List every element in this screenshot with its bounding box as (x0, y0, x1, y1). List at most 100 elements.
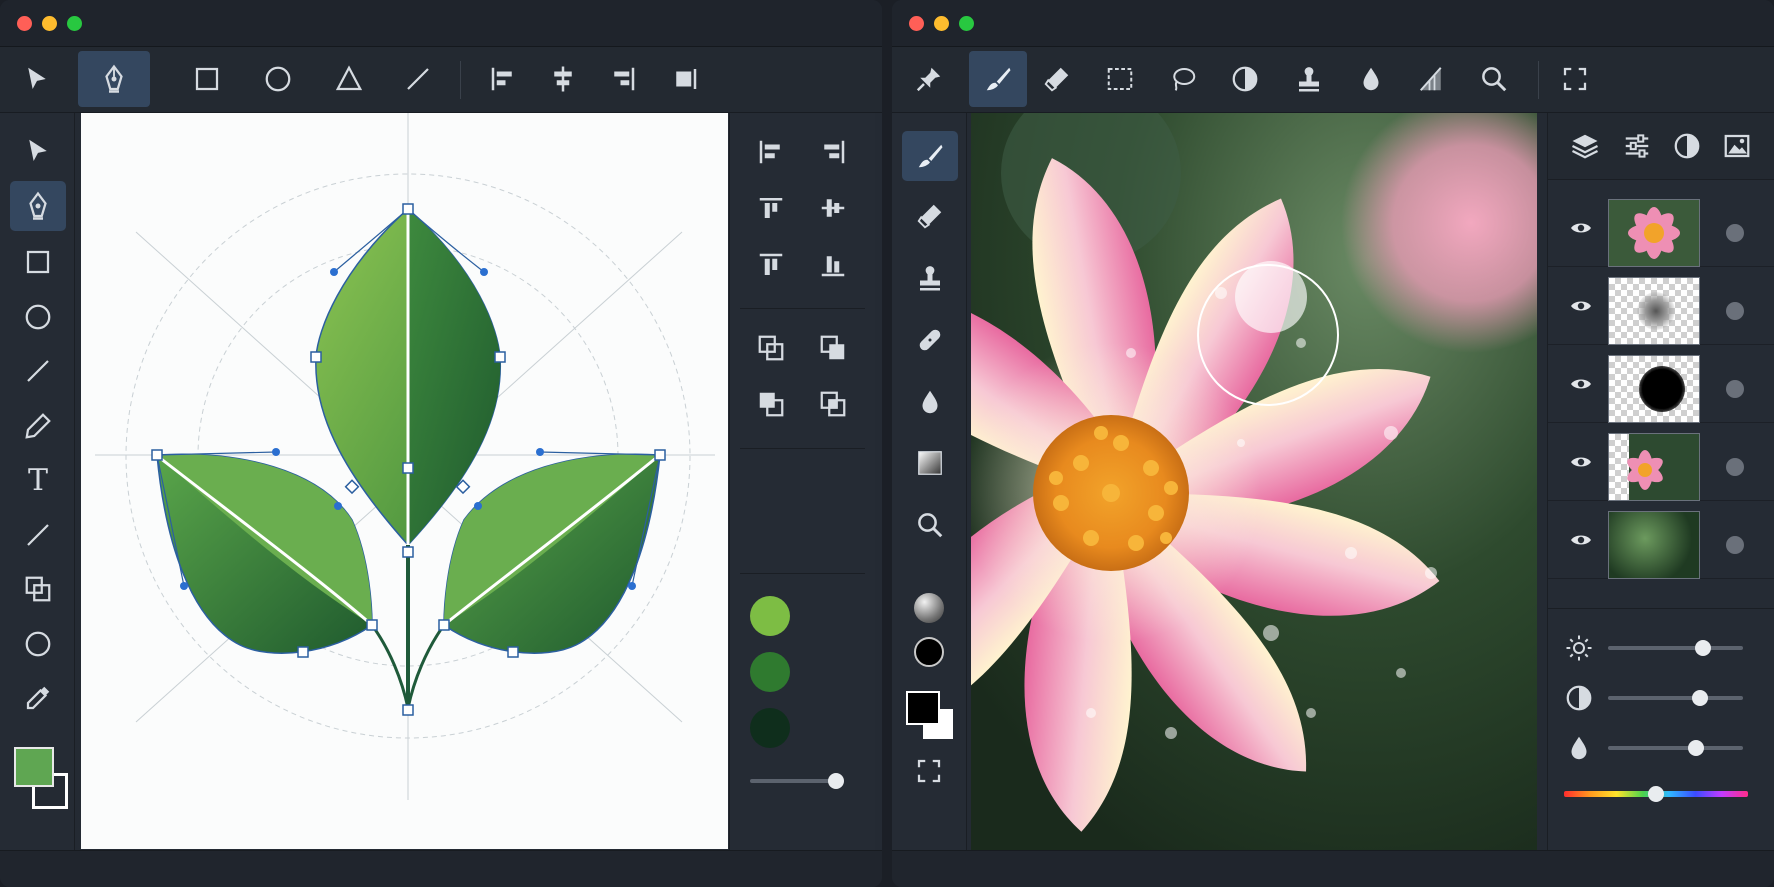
adjustments-tab[interactable] (1614, 123, 1660, 169)
photo-canvas[interactable] (971, 113, 1537, 851)
pathfinder-exclude-button[interactable] (810, 381, 856, 427)
layer-visibility-toggle[interactable] (1564, 445, 1598, 479)
color-swatch-light-green[interactable] (750, 596, 790, 636)
layer-options-dot[interactable] (1726, 224, 1744, 242)
layer-item[interactable] (1548, 189, 1774, 267)
align-top-button[interactable] (748, 185, 794, 231)
ellipse-tool-button[interactable] (249, 51, 307, 107)
pathfinder-intersect-button[interactable] (748, 381, 794, 427)
select-icon (29, 139, 47, 161)
layer-visibility-toggle[interactable] (1564, 523, 1598, 557)
contrast-slider-knob[interactable] (1691, 690, 1708, 706)
pen-tool-button[interactable] (78, 51, 150, 107)
ellipse-tool[interactable] (10, 292, 66, 342)
layer-item[interactable] (1548, 501, 1774, 579)
zoom-button[interactable] (959, 16, 974, 31)
align-right-edge-button[interactable] (810, 129, 856, 175)
rectangle-tool-button[interactable] (178, 51, 236, 107)
vector-canvas[interactable] (81, 113, 728, 849)
stamp-tool[interactable] (902, 253, 958, 303)
distribute-button[interactable] (656, 51, 714, 107)
brightness-slider[interactable] (1608, 640, 1743, 656)
blur-tool[interactable] (902, 377, 958, 427)
pen-tool[interactable] (10, 181, 66, 231)
layer-item[interactable] (1548, 345, 1774, 423)
brightness-slider-knob[interactable] (1694, 640, 1711, 656)
rectangle-tool[interactable] (10, 237, 66, 287)
quick-mask-button[interactable] (904, 749, 954, 793)
gray-color-chip[interactable] (914, 593, 944, 623)
opacity-slider[interactable] (750, 773, 844, 789)
ellipse-tool-2[interactable] (10, 619, 66, 669)
pin-tool-button[interactable] (900, 51, 958, 107)
image-tab[interactable] (1714, 123, 1760, 169)
gradient-tool[interactable] (902, 438, 958, 488)
stamp-tool-button[interactable] (1280, 51, 1338, 107)
gradient-tool-button[interactable] (1403, 51, 1461, 107)
black-color-chip[interactable] (914, 637, 944, 667)
contrast-slider[interactable] (1608, 690, 1743, 706)
select-tool-button[interactable] (8, 51, 66, 107)
align-center-button[interactable] (534, 51, 592, 107)
zoom-tool[interactable] (902, 500, 958, 550)
marquee-tool-button[interactable] (1091, 51, 1149, 107)
pencil-tool[interactable] (10, 401, 66, 451)
masks-tab[interactable] (1664, 123, 1710, 169)
text-tool[interactable]: T (10, 455, 66, 505)
foreground-color-swatch[interactable] (906, 691, 940, 725)
brush-tool-button[interactable] (969, 51, 1027, 107)
adjustments-section (1548, 613, 1774, 853)
layer-visibility-toggle[interactable] (1564, 367, 1598, 401)
color-swatch-dark-green[interactable] (750, 708, 790, 748)
select-tool[interactable] (10, 126, 66, 176)
pathfinder-exclude-icon (820, 391, 846, 417)
hue-slider-knob[interactable] (1648, 786, 1664, 802)
eraser-tool[interactable] (902, 191, 958, 241)
line-tool[interactable] (10, 346, 66, 396)
layer-item[interactable] (1548, 423, 1774, 501)
line-tool-button[interactable] (389, 51, 447, 107)
fullscreen-button[interactable] (1546, 51, 1604, 107)
layer-visibility-toggle[interactable] (1564, 289, 1598, 323)
color-swatch-green[interactable] (750, 652, 790, 692)
layer-options-dot[interactable] (1726, 302, 1744, 320)
zoom-tool-button[interactable] (1465, 51, 1523, 107)
align-middle-button[interactable] (810, 185, 856, 231)
align-right-button[interactable] (594, 51, 652, 107)
zoom-button[interactable] (67, 16, 82, 31)
line-tool-2[interactable] (10, 510, 66, 560)
fill-color-swatch[interactable] (14, 747, 54, 787)
layers-tab[interactable] (1562, 123, 1608, 169)
shape-builder-tool[interactable] (10, 564, 66, 614)
align-bottom-button[interactable] (810, 242, 856, 288)
brush-tool[interactable] (902, 131, 958, 181)
close-button[interactable] (909, 16, 924, 31)
triangle-tool-button[interactable] (320, 51, 378, 107)
healing-tool[interactable] (902, 315, 958, 365)
align-top-2-button[interactable] (748, 242, 794, 288)
saturation-slider-knob[interactable] (1687, 740, 1704, 756)
layer-item[interactable] (1548, 267, 1774, 345)
layer-options-dot[interactable] (1726, 458, 1744, 476)
eraser-tool-button[interactable] (1028, 51, 1086, 107)
minimize-button[interactable] (42, 16, 57, 31)
layer-thumbnail-flower-crop (1608, 433, 1700, 501)
eyedropper-tool[interactable] (10, 673, 66, 723)
layer-options-dot[interactable] (1726, 380, 1744, 398)
layer-options-dot[interactable] (1726, 536, 1744, 554)
lasso-tool-button[interactable] (1154, 51, 1212, 107)
drop-tool-button[interactable] (1342, 51, 1400, 107)
opacity-slider-knob[interactable] (828, 773, 844, 789)
contrast-tool-button[interactable] (1216, 51, 1274, 107)
hue-slider[interactable] (1564, 786, 1748, 802)
align-left-button[interactable] (474, 51, 532, 107)
pathfinder-minus-front-button[interactable] (810, 325, 856, 371)
title-bar (892, 0, 1774, 47)
layer-visibility-toggle[interactable] (1564, 211, 1598, 245)
pathfinder-unite-button[interactable] (748, 325, 794, 371)
minimize-button[interactable] (934, 16, 949, 31)
title-bar (0, 0, 882, 47)
saturation-slider[interactable] (1608, 740, 1743, 756)
align-left-edge-button[interactable] (748, 129, 794, 175)
close-button[interactable] (17, 16, 32, 31)
